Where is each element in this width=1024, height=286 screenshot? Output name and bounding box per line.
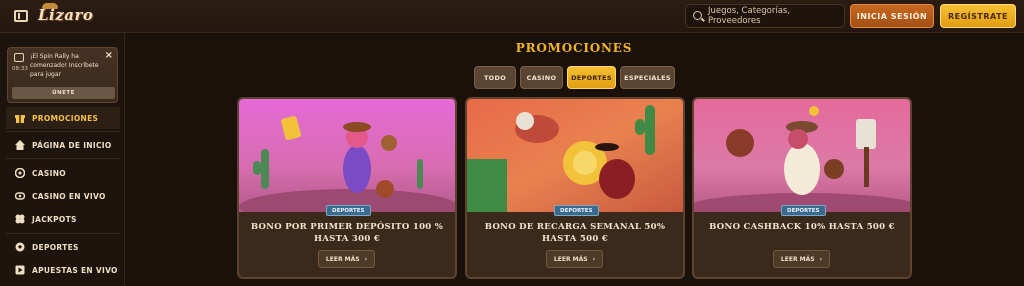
live-casino-icon <box>15 192 25 200</box>
sidebar-item-label: PROMOCIONES <box>32 113 99 123</box>
tournament-icon <box>14 53 24 62</box>
promo-image-first-deposit <box>239 99 455 212</box>
promo-image-cashback <box>694 99 910 212</box>
search-input[interactable]: Juegos, Categorías, Proveedores <box>685 4 845 28</box>
read-more-label: LEER MÁS <box>780 255 815 263</box>
search-icon <box>693 11 702 20</box>
divider <box>6 131 120 132</box>
sidebar-item-jackpots[interactable]: JACKPOTS <box>6 208 120 230</box>
sidebar-item-deportes[interactable]: DEPORTES <box>6 236 120 258</box>
sidebar: 08:33 ¡El Spin Rally ha comenzado! Inscr… <box>0 33 125 286</box>
divider <box>6 233 120 234</box>
sports-ball-icon <box>15 242 25 252</box>
chevron-right-icon: › <box>364 255 368 263</box>
category-badge: DEPORTES <box>326 205 371 216</box>
sidebar-item-live-casino[interactable]: CASINO EN VIVO <box>6 185 120 207</box>
casino-icon <box>15 168 25 178</box>
read-more-button[interactable]: LEER MÁS › <box>318 250 375 268</box>
sidebar-item-casino[interactable]: CASINO <box>6 162 120 184</box>
register-button[interactable]: REGÍSTRATE <box>940 4 1016 28</box>
sidebar-item-label: CASINO EN VIVO <box>32 191 106 201</box>
sidebar-item-home[interactable]: PÁGINA DE INICIO <box>6 134 120 156</box>
gift-icon <box>15 115 25 123</box>
home-icon <box>15 140 25 150</box>
login-button[interactable]: INICIA SESIÓN <box>850 4 934 28</box>
tab-deportes[interactable]: DEPORTES <box>567 66 616 89</box>
sidebar-item-label: CASINO <box>32 168 66 178</box>
read-more-button[interactable]: LEER MÁS › <box>773 250 830 268</box>
promo-title: BONO POR PRIMER DEPÓSITO 100 % HASTA 300… <box>250 222 444 244</box>
promo-card[interactable]: DEPORTES BONO POR PRIMER DEPÓSITO 100 % … <box>237 97 457 279</box>
sidebar-item-label: APUESTAS EN VIVO <box>32 265 118 275</box>
search-placeholder: Juegos, Categorías, Proveedores <box>708 6 791 26</box>
tab-especiales[interactable]: ESPECIALES <box>620 66 675 89</box>
read-more-label: LEER MÁS <box>553 255 588 263</box>
notification-time: 08:33 <box>12 66 28 72</box>
top-header: Lizaro Juegos, Categorías, Proveedores I… <box>0 0 1024 33</box>
live-bet-icon <box>15 265 25 275</box>
promo-title: BONO DE RECARGA SEMANAL 50% HASTA 500 € <box>484 222 666 244</box>
logo[interactable]: Lizaro <box>38 6 93 28</box>
page-title: PROMOCIONES <box>515 41 633 55</box>
spin-rally-notification: 08:33 ¡El Spin Rally ha comenzado! Inscr… <box>7 47 118 103</box>
promo-card[interactable]: DEPORTES BONO CASHBACK 10% HASTA 500 € L… <box>692 97 912 279</box>
promo-title: BONO CASHBACK 10% HASTA 500 € <box>709 222 895 232</box>
sidebar-item-label: JACKPOTS <box>32 214 77 224</box>
sidebar-item-label: PÁGINA DE INICIO <box>32 140 112 150</box>
tab-todo[interactable]: TODO <box>474 66 516 89</box>
close-icon[interactable]: × <box>105 50 113 61</box>
read-more-label: LEER MÁS <box>325 255 360 263</box>
category-badge: DEPORTES <box>554 205 599 216</box>
read-more-button[interactable]: LEER MÁS › <box>546 250 603 268</box>
promo-card[interactable]: DEPORTES BONO DE RECARGA SEMANAL 50% HAS… <box>465 97 685 279</box>
category-badge: DEPORTES <box>781 205 826 216</box>
join-button[interactable]: ÚNETE <box>12 87 115 99</box>
chevron-right-icon: › <box>592 255 596 263</box>
sidebar-item-label: DEPORTES <box>32 242 79 252</box>
jackpot-icon <box>15 214 25 224</box>
notification-text: ¡El Spin Rally ha comenzado! Inscríbete … <box>30 53 99 78</box>
chevron-right-icon: › <box>819 255 823 263</box>
sidebar-item-live-bets[interactable]: APUESTAS EN VIVO <box>6 259 120 281</box>
tab-casino[interactable]: CASINO <box>520 66 563 89</box>
divider <box>6 158 120 159</box>
sidebar-item-promociones[interactable]: PROMOCIONES <box>6 107 120 129</box>
sidebar-toggle-icon[interactable] <box>14 10 28 22</box>
promo-image-weekly-reload <box>467 99 683 212</box>
